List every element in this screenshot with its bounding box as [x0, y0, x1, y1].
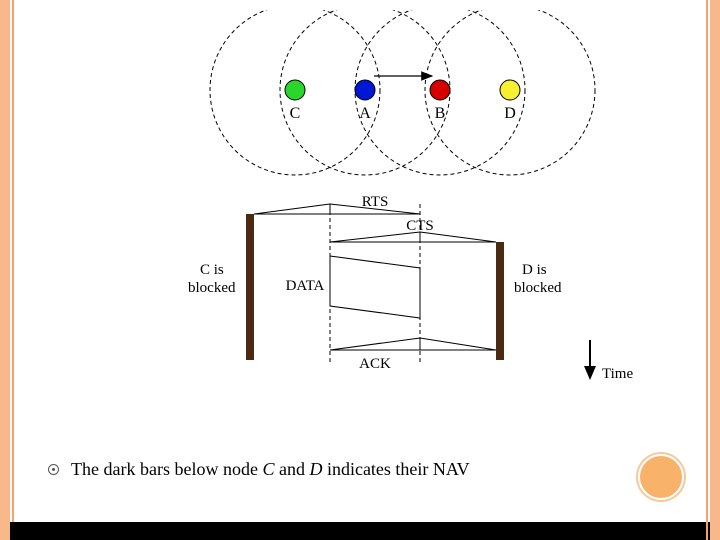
msg-ACK: ACK: [330, 338, 496, 372]
node-B: [430, 80, 450, 100]
caption-row: The dark bars below node C and D indicat…: [48, 459, 470, 480]
label-RTS: RTS: [362, 194, 389, 210]
nav-bar-D: [496, 242, 504, 360]
label-B: B: [435, 105, 446, 122]
caption-text: The dark bars below node C and D indicat…: [71, 459, 470, 480]
label-Time: Time: [602, 366, 633, 382]
node-A: [355, 80, 375, 100]
corner-accent-circle: [638, 454, 684, 500]
timing-diagram: RTS CTS DATA ACK C is blocked D: [150, 190, 650, 420]
label-D-blocked-2: blocked: [514, 280, 562, 296]
caption-suffix: indicates their NAV: [322, 459, 469, 479]
caption-prefix: The dark bars below node: [71, 459, 262, 479]
msg-DATA: DATA: [286, 256, 420, 318]
label-C: C: [290, 105, 301, 122]
range-circles-diagram: C A B D: [150, 10, 650, 190]
label-ACK: ACK: [359, 356, 391, 372]
label-D-blocked-1: D is: [522, 262, 547, 278]
label-C-blocked-2: blocked: [188, 280, 236, 296]
nav-bar-C: [246, 214, 254, 360]
bullet-icon: [48, 464, 59, 475]
label-A: A: [359, 105, 371, 122]
time-arrowhead-icon: [584, 366, 596, 380]
node-C: [285, 80, 305, 100]
msg-CTS: CTS: [330, 218, 496, 242]
label-D: D: [504, 105, 516, 122]
slide-frame: C A B D: [0, 0, 720, 540]
node-D: [500, 80, 520, 100]
diagram-area: C A B D: [110, 10, 630, 440]
msg-RTS: RTS: [254, 194, 420, 214]
caption-D: D: [309, 459, 322, 479]
label-CTS: CTS: [406, 218, 434, 234]
label-C-blocked-1: C is: [200, 262, 224, 278]
caption-C: C: [262, 459, 274, 479]
caption-mid: and: [274, 459, 309, 479]
label-DATA: DATA: [286, 278, 325, 294]
bottom-band: [10, 522, 710, 540]
